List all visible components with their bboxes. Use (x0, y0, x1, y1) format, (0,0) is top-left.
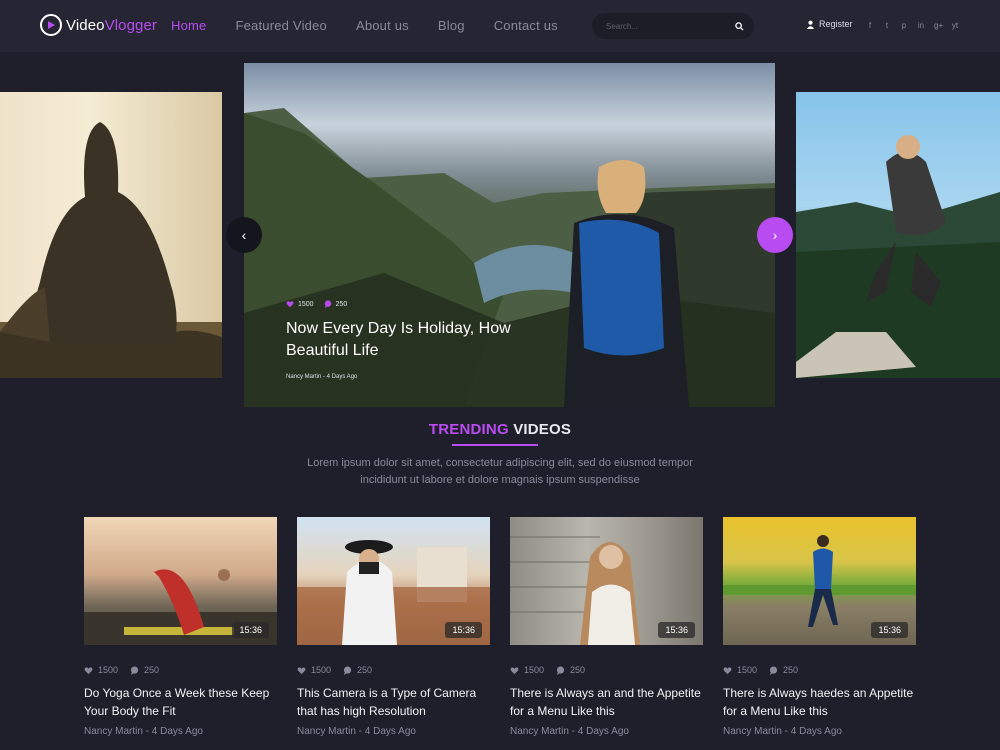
section-title-main: VIDEOS (513, 421, 572, 438)
video-card[interactable]: 15:36 1500 250 There is Always an and th… (510, 517, 703, 737)
video-likes-count: 1500 (98, 665, 119, 675)
video-card[interactable]: 15:36 1500 250 Do Yoga Once a Week these… (84, 517, 277, 737)
video-meta: Nancy Martin - 4 Days Ago (84, 726, 203, 737)
video-duration: 15:36 (232, 622, 269, 638)
comment-icon (343, 665, 352, 675)
search-box (592, 13, 754, 39)
video-comments: 250 (769, 665, 798, 675)
google-plus-icon[interactable]: g+ (934, 20, 943, 32)
nav-item-blog[interactable]: Blog (438, 18, 465, 33)
video-thumbnail[interactable]: 15:36 (297, 517, 490, 645)
nav-item-about-us[interactable]: About us (356, 18, 409, 33)
heart-icon (510, 666, 519, 674)
slide-comments: 250 (324, 300, 348, 308)
youtube-icon[interactable]: yt (951, 20, 959, 32)
register-label: Register (819, 19, 853, 29)
register-link[interactable]: Register (806, 19, 853, 29)
heart-icon (297, 666, 306, 674)
video-duration: 15:36 (658, 622, 695, 638)
video-comments-count: 250 (570, 665, 586, 675)
video-likes: 1500 (297, 665, 331, 675)
video-likes-count: 1500 (524, 665, 545, 675)
video-title[interactable]: Do Yoga Once a Week these Keep Your Body… (84, 684, 277, 720)
section-underline (452, 444, 538, 446)
video-comments-count: 250 (357, 665, 373, 675)
video-duration: 15:36 (871, 622, 908, 638)
nav-item-featured-video[interactable]: Featured Video (235, 18, 326, 33)
slide-right-jumping-image[interactable] (796, 92, 1000, 378)
pinterest-icon[interactable]: p (900, 20, 908, 32)
video-title[interactable]: There is Always haedes an Appetite for a… (723, 684, 916, 720)
comment-icon (130, 665, 139, 675)
video-stats: 1500 250 (723, 665, 916, 675)
section-description: Lorem ipsum dolor sit amet, consectetur … (307, 457, 693, 486)
slider-prev-button[interactable]: ‹ (226, 217, 262, 253)
chevron-left-icon: ‹ (241, 227, 247, 243)
logo-text-primary: Video (66, 16, 105, 34)
video-likes: 1500 (510, 665, 544, 675)
section-title-accent: TRENDING (428, 421, 509, 438)
slide-left-yoga-image[interactable] (0, 92, 222, 378)
video-comments-count: 250 (783, 665, 799, 675)
video-meta: Nancy Martin - 4 Days Ago (510, 726, 629, 737)
video-card[interactable]: 15:36 1500 250 There is Always haedes an… (723, 517, 916, 737)
video-meta: Nancy Martin - 4 Days Ago (723, 726, 842, 737)
video-stats: 1500 250 (510, 665, 703, 675)
social-links: f t p in g+ yt (866, 20, 959, 32)
slide-title[interactable]: Now Every Day Is Holiday, How Beautiful … (286, 318, 546, 362)
video-likes-count: 1500 (737, 665, 758, 675)
video-stats: 1500 250 (297, 665, 490, 675)
video-thumbnail[interactable]: 15:36 (84, 517, 277, 645)
facebook-icon[interactable]: f (866, 20, 874, 32)
heart-icon (84, 666, 93, 674)
user-icon (806, 20, 815, 29)
video-card[interactable]: 15:36 1500 250 This Camera is a Type of … (297, 517, 490, 737)
comment-icon (556, 665, 565, 675)
video-meta: Nancy Martin - 4 Days Ago (297, 726, 416, 737)
video-comments: 250 (343, 665, 372, 675)
slider-next-button[interactable]: › (757, 217, 793, 253)
linkedin-icon[interactable]: in (917, 20, 925, 32)
section-title: TRENDING VIDEOS (0, 421, 1000, 438)
video-thumbnail[interactable]: 15:36 (510, 517, 703, 645)
twitter-icon[interactable]: t (883, 20, 891, 32)
top-navbar: VideoVlogger Home Featured Video About u… (0, 0, 1000, 52)
heart-icon (286, 301, 294, 308)
video-comments-count: 250 (144, 665, 160, 675)
slide-comments-count: 250 (335, 300, 348, 308)
slide-likes-count: 1500 (298, 300, 314, 308)
logo[interactable]: VideoVlogger (40, 14, 157, 36)
video-comments: 250 (556, 665, 585, 675)
heart-icon (723, 666, 732, 674)
video-stats: 1500 250 (84, 665, 277, 675)
main-menu: Home Featured Video About us Blog Contac… (171, 18, 587, 33)
comment-icon (324, 300, 331, 308)
video-likes: 1500 (84, 665, 118, 675)
video-comments: 250 (130, 665, 159, 675)
video-likes-count: 1500 (311, 665, 332, 675)
video-title[interactable]: This Camera is a Type of Camera that has… (297, 684, 490, 720)
video-duration: 15:36 (445, 622, 482, 638)
comment-icon (769, 665, 778, 675)
video-title[interactable]: There is Always an and the Appetite for … (510, 684, 703, 720)
video-likes: 1500 (723, 665, 757, 675)
nav-item-contact-us[interactable]: Contact us (494, 18, 558, 33)
search-input[interactable] (606, 21, 735, 31)
logo-text-accent: Vlogger (104, 16, 157, 34)
slide-meta: Nancy Martin - 4 Days Ago (286, 374, 358, 380)
nav-item-home[interactable]: Home (171, 18, 206, 33)
slide-likes: 1500 (286, 300, 314, 308)
main-slide[interactable]: 1500 250 Now Every Day Is Holiday, How B… (244, 63, 775, 407)
logo-text: VideoVlogger (66, 17, 157, 34)
search-icon[interactable] (735, 21, 744, 31)
slide-stats: 1500 250 (286, 300, 347, 308)
play-circle-icon (40, 14, 62, 36)
chevron-right-icon: › (772, 227, 778, 243)
video-thumbnail[interactable]: 15:36 (723, 517, 916, 645)
